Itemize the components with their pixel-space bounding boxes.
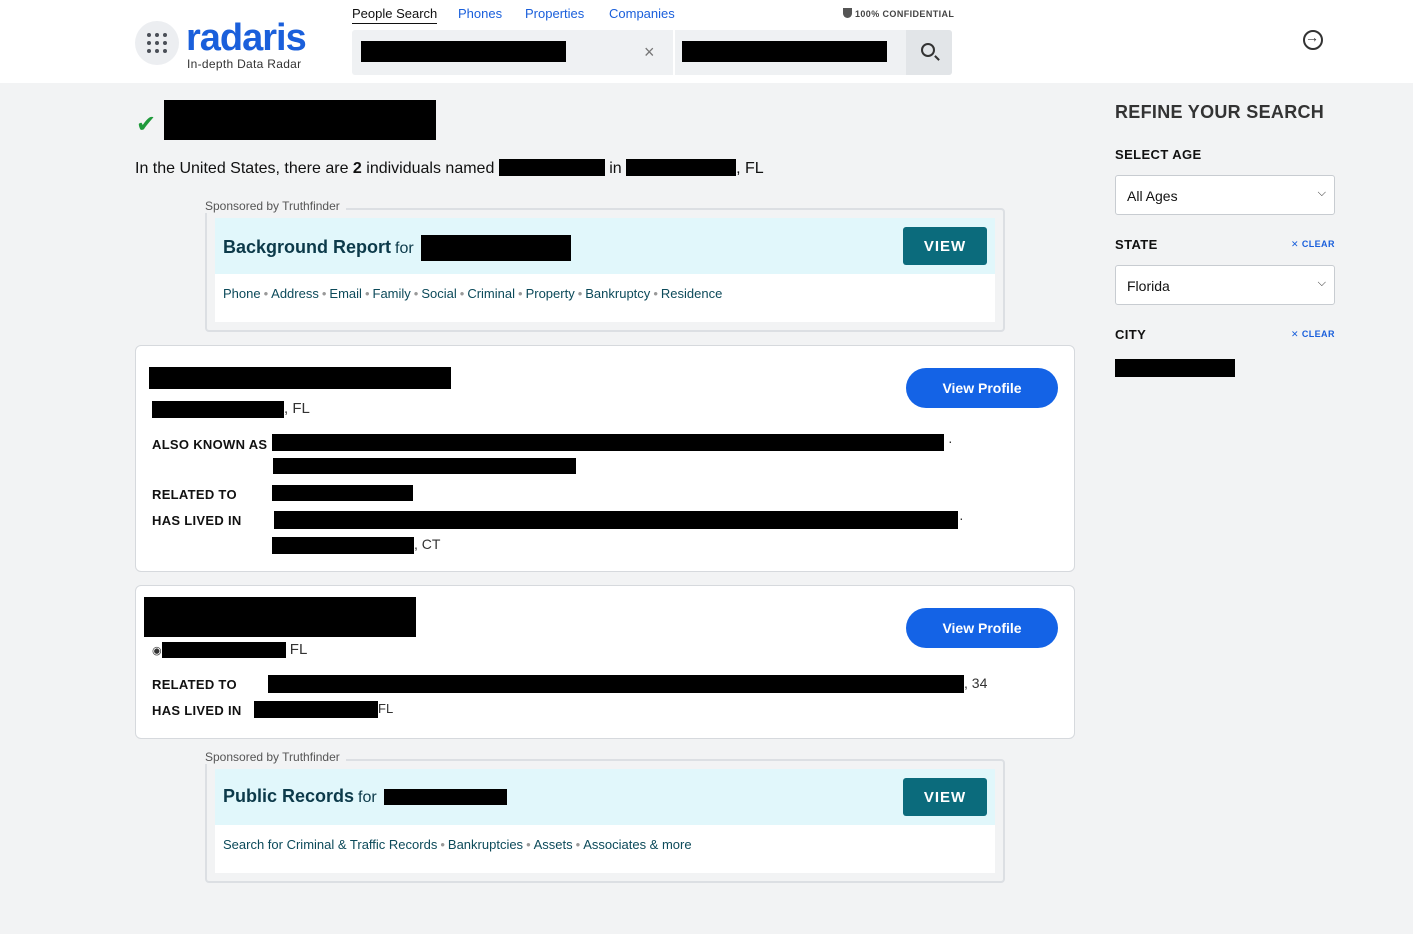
redacted-text bbox=[274, 511, 958, 529]
shield-icon bbox=[843, 8, 852, 18]
result-card: , FL View Profile ALSO KNOWN AS · RELATE… bbox=[135, 345, 1075, 572]
tab-phones[interactable]: Phones bbox=[458, 6, 502, 21]
sponsor-link[interactable]: Assets bbox=[534, 837, 573, 852]
redacted-text bbox=[498, 159, 605, 176]
result-location: , FL bbox=[152, 400, 310, 418]
redacted-text bbox=[254, 701, 378, 719]
city-value-redacted[interactable] bbox=[1115, 359, 1235, 377]
sponsor-links: Phone • Address • Email • Family • Social • Crimin… bbox=[223, 286, 723, 301]
sponsor-link[interactable]: Property bbox=[526, 286, 575, 301]
name-search-input[interactable]: × bbox=[352, 30, 675, 75]
sponsor-label: Sponsored by Truthfinder bbox=[205, 199, 346, 213]
redacted-text[interactable] bbox=[272, 485, 413, 501]
redacted-text bbox=[626, 159, 737, 176]
site-header: radaris In-depth Data Radar People Searc… bbox=[0, 0, 1413, 83]
sponsor-title: Public Records for bbox=[223, 786, 507, 807]
checkmark-icon: ✔ bbox=[136, 111, 157, 138]
search-button[interactable] bbox=[906, 30, 952, 75]
clear-icon[interactable]: × bbox=[644, 42, 655, 62]
result-name-redacted[interactable] bbox=[149, 367, 451, 389]
sponsor-link[interactable]: Residence bbox=[661, 286, 722, 301]
redacted-text bbox=[161, 642, 286, 659]
related-values: , 34 bbox=[268, 675, 987, 694]
city-filter-label: CITY bbox=[1115, 327, 1147, 342]
sponsor-link[interactable]: Bankruptcies bbox=[448, 837, 523, 852]
lived-location: , CT bbox=[272, 536, 440, 554]
sponsor-links: Search for Criminal & Traffic Records • Ba… bbox=[223, 837, 692, 852]
sponsor-link[interactable]: Phone bbox=[223, 286, 261, 301]
lived-label: HAS LIVED IN bbox=[152, 513, 242, 528]
sponsor-link[interactable]: Search for Criminal & Traffic Records bbox=[223, 837, 437, 852]
redacted-text bbox=[383, 789, 507, 806]
search-icon bbox=[921, 43, 935, 57]
refine-search-title: REFINE YOUR SEARCH bbox=[1115, 102, 1325, 122]
sponsor-view-button[interactable]: VIEW bbox=[903, 778, 987, 816]
menu-grid-icon[interactable] bbox=[135, 21, 179, 65]
lived-label: HAS LIVED IN bbox=[152, 703, 242, 718]
sponsored-public-records: Sponsored by Truthfinder Public Records f… bbox=[205, 750, 1005, 883]
redacted-text bbox=[272, 536, 414, 554]
redacted-text bbox=[420, 235, 571, 261]
sponsor-title: Background Report for bbox=[223, 235, 571, 261]
result-name-redacted[interactable] bbox=[144, 597, 416, 637]
state-clear-button[interactable]: ✕ CLEAR bbox=[1291, 239, 1335, 250]
page-title-redacted bbox=[164, 100, 436, 140]
sponsor-link[interactable]: Address bbox=[271, 286, 319, 301]
redacted-text bbox=[682, 41, 887, 62]
sponsor-banner[interactable]: Background Report for VIEW bbox=[215, 218, 995, 274]
state-filter-label: STATE bbox=[1115, 237, 1158, 252]
sponsor-label: Sponsored by Truthfinder bbox=[205, 750, 346, 764]
location-pin-icon: ◉ bbox=[152, 645, 162, 657]
search-bar: × bbox=[352, 30, 952, 75]
redacted-text bbox=[361, 41, 566, 62]
redacted-text bbox=[152, 400, 284, 418]
related-label: RELATED TO bbox=[152, 677, 237, 692]
view-profile-button[interactable]: View Profile bbox=[906, 608, 1058, 648]
results-summary: In the United States, there are 2 indivi… bbox=[135, 159, 764, 177]
tab-properties[interactable]: Properties bbox=[525, 6, 584, 21]
view-profile-button[interactable]: View Profile bbox=[906, 368, 1058, 408]
lived-location: FL bbox=[254, 701, 393, 719]
tab-companies[interactable]: Companies bbox=[609, 6, 675, 21]
sponsor-banner[interactable]: Public Records for VIEW bbox=[215, 769, 995, 825]
sponsor-link[interactable]: Family bbox=[373, 286, 411, 301]
aka-label: ALSO KNOWN AS bbox=[152, 437, 268, 452]
chevron-down-icon: ⌵ bbox=[1317, 187, 1326, 199]
sponsor-link[interactable]: Associates & more bbox=[583, 837, 691, 852]
sponsor-link[interactable]: Social bbox=[421, 286, 456, 301]
age-select[interactable]: All Ages ⌵ bbox=[1115, 175, 1335, 215]
sponsored-background-report: Sponsored by Truthfinder Background Repo… bbox=[205, 199, 1005, 332]
age-filter-label: SELECT AGE bbox=[1115, 147, 1202, 162]
chevron-down-icon: ⌵ bbox=[1317, 277, 1326, 289]
sponsor-view-button[interactable]: VIEW bbox=[903, 227, 987, 265]
state-select[interactable]: Florida ⌵ bbox=[1115, 265, 1335, 305]
tab-people-search[interactable]: People Search bbox=[352, 6, 438, 24]
redacted-text bbox=[273, 458, 576, 474]
sponsor-link[interactable]: Email bbox=[329, 286, 362, 301]
sponsor-link[interactable]: Criminal bbox=[467, 286, 515, 301]
result-card: ◉ FL View Profile RELATED TO , 34 HAS LI… bbox=[135, 585, 1075, 739]
result-location: ◉ FL bbox=[152, 641, 308, 659]
city-clear-button[interactable]: ✕ CLEAR bbox=[1291, 329, 1335, 340]
brand-tagline: In-depth Data Radar bbox=[187, 57, 302, 71]
redacted-text bbox=[272, 434, 944, 451]
related-label: RELATED TO bbox=[152, 487, 237, 502]
brand-logo[interactable]: radaris bbox=[186, 16, 307, 60]
redacted-text[interactable] bbox=[268, 675, 964, 694]
sponsor-link[interactable]: Bankruptcy bbox=[585, 286, 650, 301]
confidential-badge: 100% CONFIDENTIAL bbox=[843, 8, 954, 19]
sign-in-icon[interactable] bbox=[1303, 29, 1323, 50]
